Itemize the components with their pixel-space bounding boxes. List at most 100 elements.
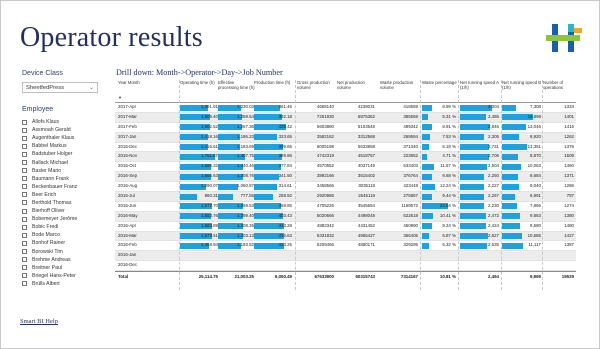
employee-name: Ballack Michael bbox=[32, 159, 69, 166]
table-row[interactable]: 2016-Mar 1,573.51 1,303.13 416.63 5331832 496… bbox=[115, 231, 576, 242]
table-row[interactable]: 2016-Oct 1,569.32 1,340.46 377.84 4570552 403… bbox=[115, 162, 576, 173]
cell-value: 4518767 bbox=[357, 153, 375, 159]
column-header[interactable]: Waste production volume bbox=[380, 80, 420, 91]
table-row[interactable]: 2016-Feb 1,458.94 1,193.52 413.25 5209466 488… bbox=[115, 241, 576, 252]
total-row[interactable]: Total 25,114.75 21,003.25 6,050.49 67633900 6… bbox=[115, 271, 576, 282]
employee-item[interactable]: Bierhoff Oliver bbox=[22, 207, 102, 215]
cell-value: 1,289.54 bbox=[236, 113, 254, 119]
checkbox-icon[interactable] bbox=[22, 232, 27, 238]
column-header[interactable]: Production time (h) bbox=[254, 80, 294, 86]
employee-item[interactable]: Badstuber Holger bbox=[22, 150, 102, 158]
employee-item[interactable]: Breitner Paul bbox=[22, 264, 102, 272]
column-header[interactable]: Number of operations bbox=[543, 80, 576, 91]
column-header[interactable]: Effective processing time (h) bbox=[218, 80, 256, 91]
column-header[interactable]: Net running speed A (1/h) bbox=[460, 80, 501, 91]
device-class-dropdown[interactable]: SheetfedPress ⌄ bbox=[22, 82, 98, 93]
employee-item[interactable]: Bonhof Rainer bbox=[22, 239, 102, 247]
row-label: 2016-Nov bbox=[118, 153, 138, 159]
cell-value: 3545654 bbox=[357, 202, 375, 208]
checkbox-icon[interactable] bbox=[22, 224, 27, 230]
checkbox-icon[interactable] bbox=[22, 208, 27, 214]
column-header[interactable]: Operating time (h) bbox=[180, 80, 220, 86]
column-header[interactable]: Net production volume bbox=[337, 80, 377, 91]
checkbox-icon[interactable] bbox=[22, 273, 27, 279]
smart-bi-help-link[interactable]: Smart BI Help bbox=[20, 318, 58, 325]
employee-item[interactable]: Allofs Klaus bbox=[22, 118, 102, 126]
checkbox-icon[interactable] bbox=[22, 192, 27, 198]
employee-item[interactable]: Baumann Frank bbox=[22, 175, 102, 183]
column-header[interactable]: Waste percentage bbox=[422, 80, 458, 86]
table-row[interactable]: 2016-Aug 1,290.07 1,060.87 314.61 3458566 303… bbox=[115, 182, 576, 193]
employee-item[interactable]: Beckenbauer Franz bbox=[22, 183, 102, 191]
table-row[interactable]: 2016-Nov 1,761.67 1,407.75 389.86 4742319 451… bbox=[115, 152, 576, 163]
cell-value: 2,504 bbox=[488, 163, 499, 169]
table-row[interactable]: 2016-May 1,553.76 1,299.40 403.43 5020666 449… bbox=[115, 211, 576, 222]
checkbox-icon[interactable] bbox=[22, 200, 27, 206]
employee-item[interactable]: Ballack Michael bbox=[22, 158, 102, 166]
table-row[interactable]: 2016-Jul 860.31 777.55 258.92 2920986 2645119… bbox=[115, 192, 576, 202]
cell-value: 1509 bbox=[564, 153, 574, 159]
employee-item[interactable]: Briegel Hans-Peter bbox=[22, 272, 102, 280]
table-row[interactable]: 2016-Dec 1,416.61 1,183.69 399.65 6005198 563… bbox=[115, 143, 576, 153]
cell-value: 533403 bbox=[403, 163, 418, 169]
checkbox-icon[interactable] bbox=[22, 168, 27, 174]
cell-value: 67633900 bbox=[314, 274, 334, 280]
table-row[interactable]: 2016-Jan bbox=[115, 251, 576, 262]
employee-name: Brülls Albert bbox=[32, 280, 60, 287]
employee-list[interactable]: Allofs Klaus Assmoah Gerald Augenthaler Kl… bbox=[22, 118, 102, 298]
employee-item[interactable]: Berthold Thomas bbox=[22, 199, 102, 207]
employee-item[interactable]: Borowski Tim bbox=[22, 248, 102, 256]
checkbox-icon[interactable] bbox=[22, 176, 27, 182]
checkbox-icon[interactable] bbox=[22, 281, 27, 287]
checkbox-icon[interactable] bbox=[22, 184, 27, 190]
chevron-down-icon: ⌄ bbox=[88, 85, 94, 91]
checkbox-icon[interactable] bbox=[22, 119, 27, 125]
sort-arrow-icon[interactable]: ▼ bbox=[118, 95, 122, 100]
checkbox-icon[interactable] bbox=[22, 160, 27, 166]
checkbox-icon[interactable] bbox=[22, 151, 27, 157]
table-row[interactable]: 2017-Jan 1,418.16 1,186.23 323.65 3582162 331… bbox=[115, 132, 576, 143]
table-row[interactable]: 2016-Sep 1,566.63 1,308.76 341.50 3892166 351… bbox=[115, 172, 576, 183]
column-header[interactable]: Gross production volume bbox=[297, 80, 336, 91]
table-row[interactable]: 2017-Mar 1,509.40 1,289.54 392.18 7261930 687… bbox=[115, 112, 576, 123]
cell-value: 1,290.07 bbox=[200, 183, 218, 189]
employee-item[interactable]: Brehme Andreas bbox=[22, 256, 102, 264]
employee-item[interactable]: Beer Erich bbox=[22, 191, 102, 199]
cell-value bbox=[254, 261, 292, 270]
employee-item[interactable]: Brülls Albert bbox=[22, 280, 102, 288]
checkbox-icon[interactable] bbox=[22, 216, 27, 222]
table-row[interactable]: 2017-Feb 1,502.52 1,267.36 439.42 5603880 510… bbox=[115, 123, 576, 133]
employee-item[interactable]: Basler Mario bbox=[22, 167, 102, 175]
table-row[interactable]: 2016-Jun 1,577.70 1,298.53 368.85 4705226 354… bbox=[115, 202, 576, 212]
cell-value: 1,566.63 bbox=[200, 173, 218, 179]
column-header[interactable]: Year Month bbox=[118, 80, 180, 86]
cell-value: 3312568 bbox=[357, 133, 375, 139]
employee-item[interactable]: Bobemeyer Jerôme bbox=[22, 215, 102, 223]
cell-value: 1427 bbox=[564, 232, 574, 238]
employee-name: Beckenbauer Franz bbox=[32, 183, 78, 190]
employee-name: Allofs Klaus bbox=[32, 119, 60, 126]
table-row[interactable]: 2016-Dec bbox=[115, 261, 576, 272]
cell-value: 2,485 bbox=[488, 113, 499, 119]
checkbox-icon[interactable] bbox=[22, 240, 27, 246]
checkbox-icon[interactable] bbox=[22, 127, 27, 133]
employee-item[interactable]: Babbel Markus bbox=[22, 142, 102, 150]
employee-name: Briegel Hans-Peter bbox=[32, 272, 76, 279]
employee-item[interactable]: Augenthaler Klaus bbox=[22, 134, 102, 142]
column-header[interactable]: Net running speed B (1/h) bbox=[502, 80, 543, 91]
table-row[interactable]: 2016-Apr 1,583.89 1,308.36 413.28 4882342 443… bbox=[115, 222, 576, 232]
checkbox-icon[interactable] bbox=[22, 249, 27, 255]
checkbox-icon[interactable] bbox=[22, 265, 27, 271]
employee-item[interactable]: Bobic Fredi bbox=[22, 223, 102, 231]
cell-value: 403.43 bbox=[278, 212, 292, 218]
cell-value: 1,458.94 bbox=[200, 242, 218, 248]
employee-name: Brehme Andreas bbox=[32, 256, 71, 263]
checkbox-icon[interactable] bbox=[22, 143, 27, 149]
checkbox-icon[interactable] bbox=[22, 257, 27, 263]
table-row[interactable]: 2017-Apr 1,391.91 1,230.03 361.46 4668140 423… bbox=[115, 103, 576, 113]
checkbox-icon[interactable] bbox=[22, 135, 27, 141]
cell-value: 1,583.89 bbox=[200, 222, 218, 228]
employee-item[interactable]: Assmoah Gerald bbox=[22, 126, 102, 134]
employee-item[interactable]: Bode Marco bbox=[22, 231, 102, 239]
cell-value: 329295 bbox=[403, 242, 418, 248]
